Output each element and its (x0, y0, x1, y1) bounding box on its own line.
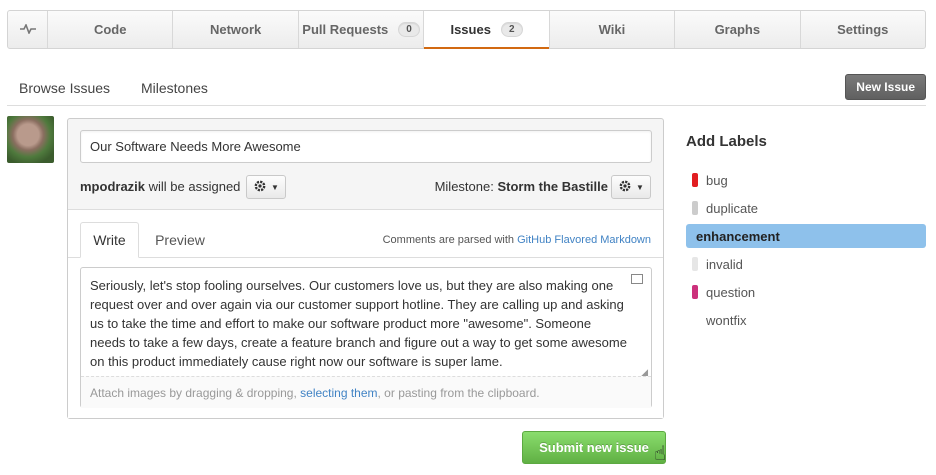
issue-body-text: Seriously, let's stop fooling ourselves.… (90, 278, 627, 369)
milestones-link[interactable]: Milestones (141, 80, 208, 96)
label-bug[interactable]: bug (686, 168, 926, 192)
milestone-value: Storm the Bastille (497, 179, 608, 194)
avatar (7, 116, 54, 163)
tab-issues[interactable]: Issues 2 (424, 11, 550, 49)
label-question[interactable]: question (686, 280, 926, 304)
chevron-down-icon: ▼ (636, 182, 644, 192)
submit-new-issue-button[interactable]: Submit new issue (522, 431, 666, 464)
gear-icon (253, 179, 267, 196)
pulse-tab[interactable] (8, 11, 48, 48)
tab-pull-requests[interactable]: Pull Requests 0 (299, 11, 425, 48)
tab-preview[interactable]: Preview (143, 222, 217, 258)
label-enhancement[interactable]: enhancement (686, 224, 926, 248)
assignee-info: mpodrazik will be assigned (80, 179, 241, 194)
label-color-swatch (692, 285, 698, 299)
milestone-gear-button[interactable]: ▼ (611, 175, 651, 199)
new-issue-form: Our Software Needs More Awesome mpodrazi… (67, 118, 664, 419)
pull-requests-count: 0 (398, 22, 420, 37)
markdown-note: Comments are parsed with GitHub Flavored… (382, 234, 651, 246)
gear-icon (618, 179, 632, 196)
tab-settings[interactable]: Settings (801, 11, 925, 48)
label-invalid[interactable]: invalid (686, 252, 926, 276)
new-issue-button[interactable]: New Issue (845, 74, 926, 100)
label-color-swatch (692, 201, 698, 215)
comment-editor: Write Preview Comments are parsed with G… (68, 209, 663, 418)
label-color-swatch (692, 173, 698, 187)
tab-write[interactable]: Write (80, 222, 139, 258)
markdown-link[interactable]: GitHub Flavored Markdown (517, 234, 651, 246)
assignee-gear-button[interactable]: ▼ (246, 175, 286, 199)
label-wontfix[interactable]: wontfix (686, 308, 926, 332)
attach-images-dropzone[interactable]: Attach images by dragging & dropping, se… (81, 376, 651, 408)
tab-graphs[interactable]: Graphs (675, 11, 801, 48)
add-labels-title: Add Labels (686, 133, 767, 150)
tab-code[interactable]: Code (48, 11, 174, 48)
label-color-swatch (692, 257, 698, 271)
select-images-link[interactable]: selecting them (300, 386, 377, 400)
issue-title-input[interactable]: Our Software Needs More Awesome (80, 130, 652, 163)
assignee-username: mpodrazik (80, 179, 146, 194)
repo-nav: Code Network Pull Requests 0 Issues 2 Wi… (7, 10, 926, 49)
label-duplicate[interactable]: duplicate (686, 196, 926, 220)
issues-subnav: Browse Issues Milestones New Issue (7, 72, 926, 106)
tab-wiki[interactable]: Wiki (550, 11, 676, 48)
chevron-down-icon: ▼ (271, 182, 279, 192)
browse-issues-link[interactable]: Browse Issues (19, 80, 110, 96)
pulse-icon (19, 22, 36, 37)
tab-network[interactable]: Network (173, 11, 299, 48)
hand-cursor-icon: ☝ (654, 443, 667, 465)
label-color-swatch (692, 313, 698, 327)
fullscreen-icon[interactable] (631, 274, 643, 284)
issues-count: 2 (500, 22, 523, 37)
milestone-info: Milestone: Storm the Bastille (434, 179, 608, 194)
issue-body-textarea[interactable]: Seriously, let's stop fooling ourselves.… (80, 267, 652, 408)
